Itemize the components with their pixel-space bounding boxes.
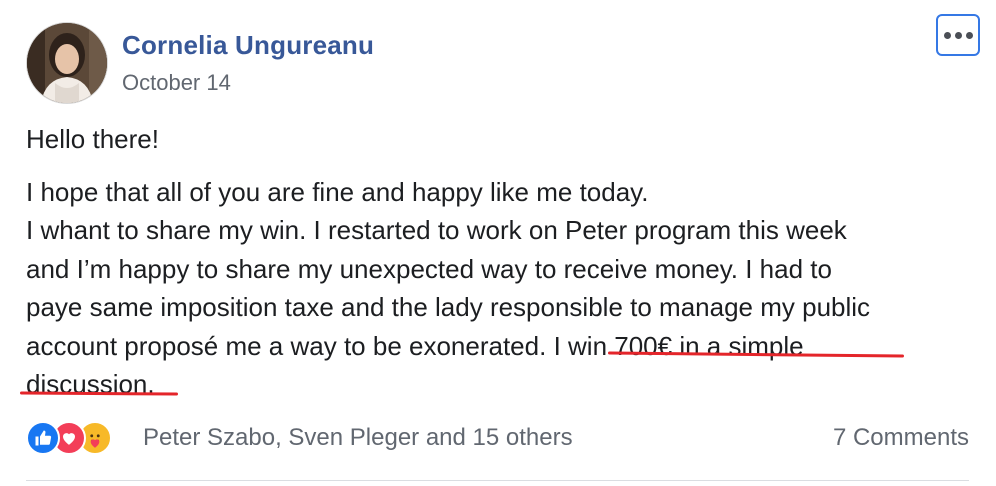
author-name[interactable]: Cornelia Ungureanu [122,30,374,61]
post-line: I whant to share my win. I restarted to … [26,215,847,245]
divider [26,480,969,481]
post-line: account proposé me a way to be exonerate… [26,330,547,361]
profile-photo-icon [27,23,107,103]
post-body: Hello there! I hope that all of you are … [26,120,981,404]
post-greeting: Hello there! [26,124,159,154]
facebook-post: Cornelia Ungureanu October 14 Hello ther… [0,0,996,486]
comments-count[interactable]: 7 Comments [833,424,969,452]
post-paragraph: I hope that all of you are fine and happ… [26,173,981,404]
like-icon [26,421,60,455]
more-options-button[interactable] [936,14,980,56]
post-line: I hope that all of you are fine and happ… [26,176,649,207]
more-options-icon [954,31,962,39]
more-options-icon [965,31,973,39]
post-line: paye same imposition taxe and the lady r… [26,292,871,322]
post-date[interactable]: October 14 [122,70,231,96]
avatar[interactable] [26,22,108,104]
more-options-icon [943,31,951,39]
reaction-icons[interactable] [26,420,112,456]
reactors-summary[interactable]: Peter Szabo, Sven Pleger and 15 others [143,424,573,452]
post-line: and I’m happy to share my unexpected way… [26,253,832,284]
